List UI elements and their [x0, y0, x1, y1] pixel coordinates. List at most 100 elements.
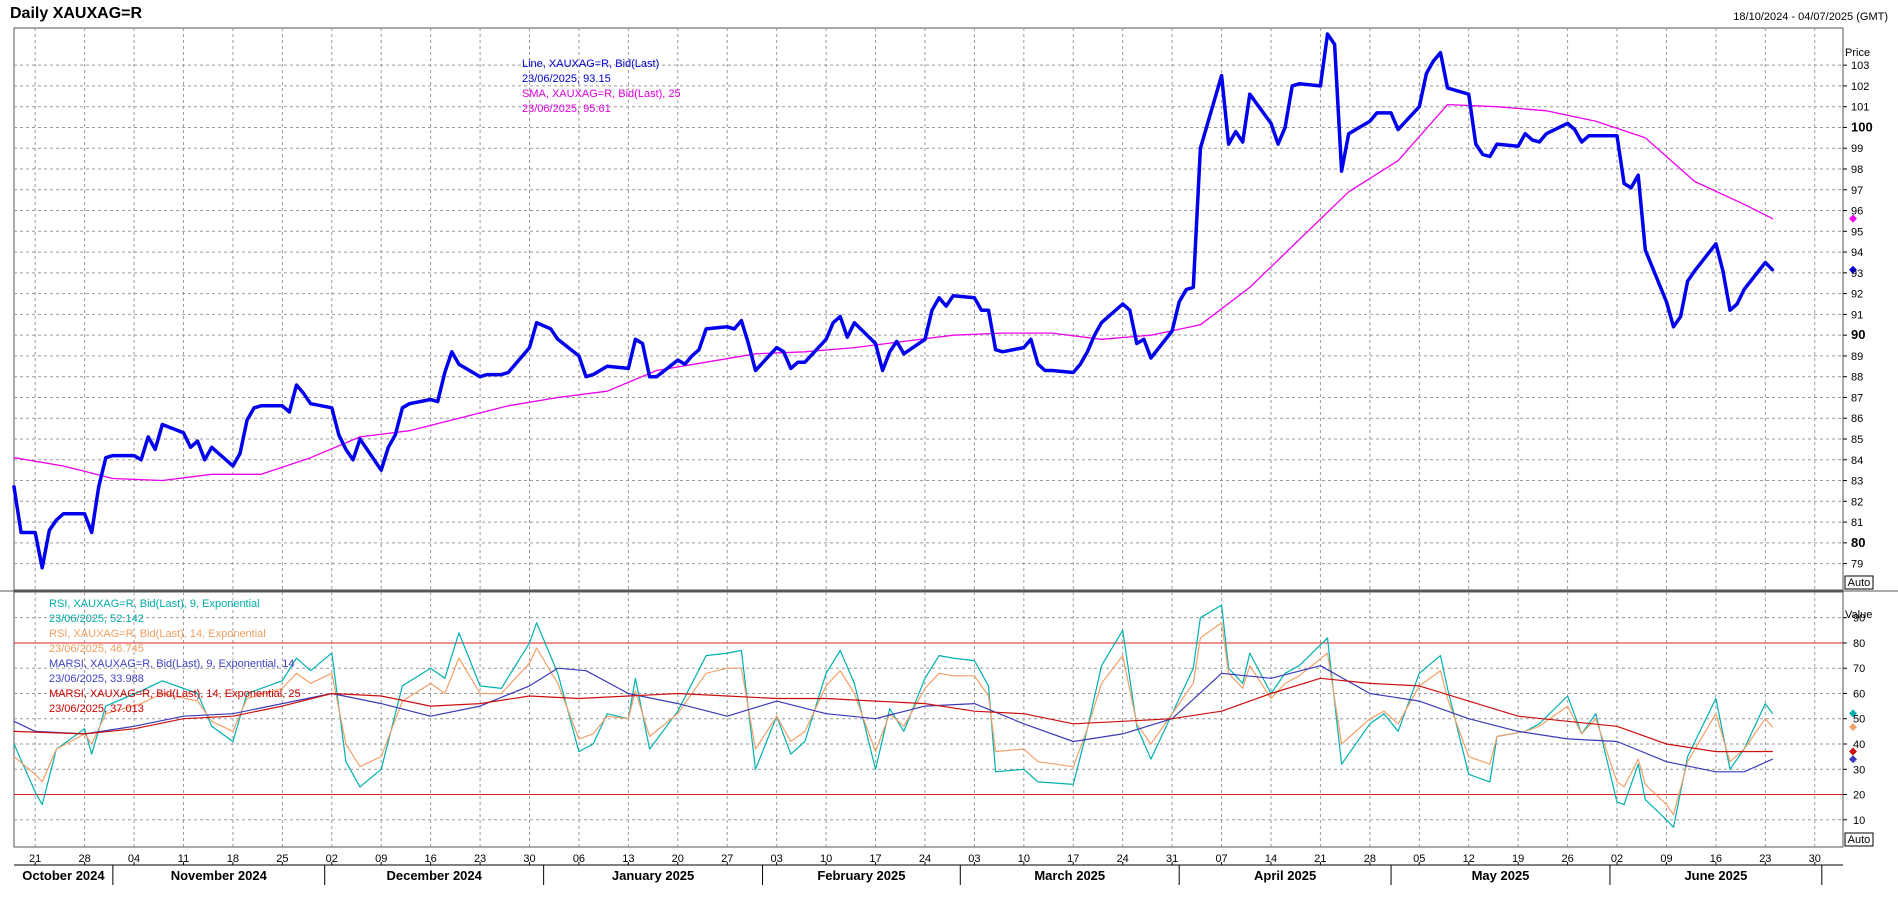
value-auto-label[interactable]: Auto	[1848, 834, 1871, 846]
day-tick-label: 31	[1166, 853, 1178, 865]
price-series-0[interactable]	[12, 32, 1775, 570]
price-axis-ticks: 79 80 81 82 83 84 85 86 87 88 89 90 91 92 93 94 95 96 97 98…	[1843, 60, 1873, 571]
price-tick-label: 82	[1851, 496, 1863, 508]
day-tick-label: 09	[1660, 853, 1672, 865]
day-tick-label: 10	[820, 853, 832, 865]
price-series-1[interactable]	[13, 103, 1774, 482]
price-tick-label: 91	[1851, 309, 1863, 321]
price-tick-label: 89	[1851, 351, 1863, 363]
day-tick-label: 12	[1463, 853, 1475, 865]
day-tick-label: 21	[29, 853, 41, 865]
day-tick-label: 09	[375, 853, 387, 865]
day-tick-label: 10	[1018, 853, 1030, 865]
day-tick-label: 05	[1413, 853, 1425, 865]
value-axis-ticks: 102030405060708090	[1843, 613, 1865, 827]
price-legend-name-0: Line, XAUXAG=R, Bid(Last)	[522, 58, 659, 70]
price-tick-label: 102	[1851, 81, 1869, 93]
month-label: June 2025	[1684, 868, 1747, 883]
price-tick-label: 103	[1851, 60, 1869, 72]
price-tick-label: 99	[1851, 143, 1863, 155]
day-tick-label: 30	[523, 853, 535, 865]
price-panel-frame	[13, 27, 1844, 591]
price-auto-label[interactable]: Auto	[1848, 577, 1871, 589]
price-tick-label: 96	[1851, 206, 1863, 218]
day-tick-label: 04	[128, 853, 140, 865]
price-legend-value-0: 23/06/2025, 93.15	[522, 73, 611, 85]
value-tick-label: 10	[1853, 815, 1865, 827]
day-tick-label: 21	[1314, 853, 1326, 865]
value-tick-label: 70	[1853, 663, 1865, 675]
day-tick-label: 27	[721, 853, 733, 865]
date-axis: 21 28 04 11 18 25 02 09 16 23 30 06 13 20 27 03 10 17 24 03…	[14, 853, 1843, 885]
day-tick-label: 28	[1364, 853, 1376, 865]
price-tick-label: 93	[1851, 268, 1863, 280]
month-label: April 2025	[1254, 868, 1316, 883]
day-tick-label: 24	[919, 853, 931, 865]
month-label: November 2024	[171, 868, 268, 883]
value-tick-label: 30	[1853, 764, 1865, 776]
panel-frames	[0, 27, 1898, 848]
legends: Line, XAUXAG=R, Bid(Last) 23/06/2025, 93.…	[49, 58, 681, 715]
value-tick-label: 60	[1853, 688, 1865, 700]
indicator-legend-value-3: 23/06/2025, 37.013	[49, 703, 144, 715]
day-tick-label: 20	[672, 853, 684, 865]
indicator-legend-name-3: MARSI, XAUXAG=R, Bid(Last), 14, Exponent…	[49, 688, 301, 700]
value-axis-label: Value	[1845, 609, 1872, 621]
day-tick-label: 16	[1710, 853, 1722, 865]
day-tick-label: 23	[1759, 853, 1771, 865]
price-tick-label: 86	[1851, 413, 1863, 425]
indicator-last-value-marker-2	[1849, 755, 1857, 764]
price-tick-label: 88	[1851, 372, 1863, 384]
price-tick-label: 90	[1851, 327, 1865, 342]
day-tick-label: 26	[1561, 853, 1573, 865]
day-tick-label: 02	[1611, 853, 1623, 865]
price-axis-label: Price	[1845, 47, 1870, 59]
indicator-legend-name-2: MARSI, XAUXAG=R, Bid(Last), 9, Exponenti…	[49, 658, 294, 670]
day-tick-label: 02	[326, 853, 338, 865]
price-tick-label: 81	[1851, 517, 1863, 529]
day-tick-label: 14	[1265, 853, 1277, 865]
indicator-legend-name-0: RSI, XAUXAG=R, Bid(Last), 9, Exponential	[49, 598, 260, 610]
month-label: May 2025	[1472, 868, 1530, 883]
day-tick-label: 23	[474, 853, 486, 865]
price-tick-label: 100	[1851, 119, 1873, 134]
month-label: March 2025	[1034, 868, 1105, 883]
gridlines	[14, 28, 1843, 847]
chart-canvas[interactable]: 79 80 81 82 83 84 85 86 87 88 89 90 91 92 93 94 95 96 97 98…	[0, 0, 1898, 902]
day-tick-label: 18	[227, 853, 239, 865]
price-tick-label: 94	[1851, 247, 1863, 259]
month-label: January 2025	[612, 868, 694, 883]
day-tick-label: 17	[869, 853, 881, 865]
day-tick-label: 24	[1117, 853, 1129, 865]
price-tick-label: 98	[1851, 164, 1863, 176]
price-tick-label: 92	[1851, 289, 1863, 301]
indicator-legend-name-1: RSI, XAUXAG=R, Bid(Last), 14, Exponentia…	[49, 628, 266, 640]
price-tick-label: 97	[1851, 185, 1863, 197]
day-tick-label: 06	[573, 853, 585, 865]
value-tick-label: 50	[1853, 714, 1865, 726]
series-lines[interactable]	[12, 32, 1775, 828]
indicator-panel-frame	[13, 591, 1844, 848]
price-tick-label: 83	[1851, 476, 1863, 488]
day-tick-label: 25	[276, 853, 288, 865]
price-tick-label: 84	[1851, 455, 1863, 467]
price-tick-label: 95	[1851, 226, 1863, 238]
indicator-legend-value-1: 23/06/2025, 46.745	[49, 643, 144, 655]
day-tick-label: 03	[771, 853, 783, 865]
value-auto-button[interactable]: Auto	[1844, 832, 1874, 847]
price-auto-button[interactable]: Auto	[1844, 575, 1874, 590]
day-tick-label: 28	[78, 853, 90, 865]
price-tick-label: 87	[1851, 392, 1863, 404]
day-tick-label: 13	[622, 853, 634, 865]
day-tick-label: 19	[1512, 853, 1524, 865]
day-tick-label: 17	[1067, 853, 1079, 865]
day-tick-label: 16	[425, 853, 437, 865]
value-tick-label: 20	[1853, 790, 1865, 802]
day-tick-label: 07	[1215, 853, 1227, 865]
value-tick-label: 80	[1853, 638, 1865, 650]
month-label: December 2024	[386, 868, 482, 883]
indicator-legend-value-2: 23/06/2025, 33.988	[49, 673, 144, 685]
price-legend-value-1: 23/06/2025, 95.61	[522, 103, 611, 115]
month-label: February 2025	[817, 868, 905, 883]
day-tick-label: 30	[1809, 853, 1821, 865]
